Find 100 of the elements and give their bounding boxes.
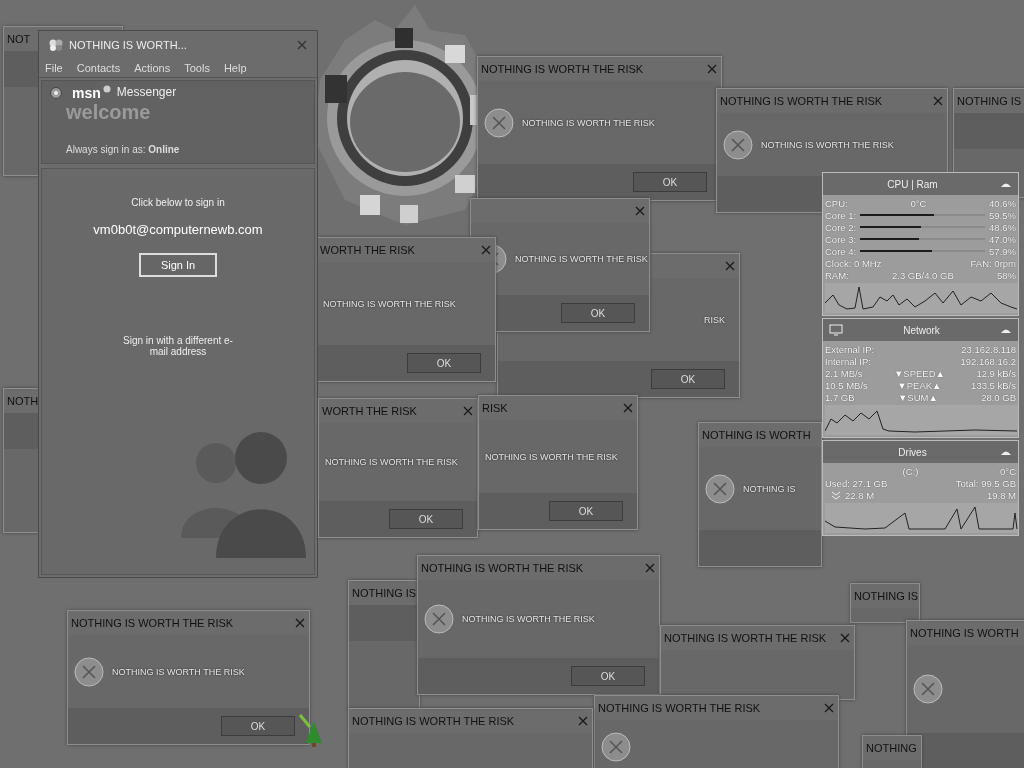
dialog-title: WORTH THE RISK — [320, 244, 415, 256]
upload-value: 133.5 kB/s — [971, 379, 1016, 391]
close-icon[interactable] — [481, 245, 491, 255]
dialog-title: NOTHING — [866, 742, 917, 754]
dialog-title: NOTH — [7, 395, 39, 407]
rate-label: ▼SPEED▲ — [892, 367, 946, 379]
dialog-title: NOTHING IS WORTH — [702, 429, 811, 441]
email-address: vm0b0t@computernewb.com — [93, 222, 263, 237]
dialog-message: NOTHING IS WORTH THE RISK — [761, 139, 894, 150]
dialog-title: NOTHING IS WORTH THE RISK — [71, 617, 234, 629]
core-usage: 57.9% — [989, 245, 1016, 257]
dialog-message: NOTHING IS WORTH THE RISK — [515, 254, 648, 264]
dialog-message: NOTHING IS WORTH THE RISK — [323, 298, 456, 309]
monitor-icon — [829, 324, 843, 336]
close-icon[interactable] — [725, 261, 735, 271]
close-icon[interactable] — [623, 403, 633, 413]
fan-speed: FAN: 0rpm — [970, 257, 1016, 269]
ok-button[interactable]: OK — [407, 353, 481, 373]
dialog-title: NOTHING IS — [352, 587, 417, 599]
ok-button[interactable]: OK — [561, 303, 635, 323]
close-icon[interactable] — [297, 40, 307, 50]
total-space: Total: 99.5 GB — [955, 477, 1016, 489]
upload-value: 28.0 GB — [981, 391, 1016, 403]
menu-item[interactable]: Help — [223, 62, 247, 74]
dialog-message: NOTHING IS WORTH THE RISK — [112, 666, 245, 677]
dialog-title: NOTHING IS WORTH THE RISK — [352, 715, 515, 727]
error-icon — [723, 129, 753, 160]
core-label: Core 1: — [825, 209, 857, 221]
dialog-message: NOTHING IS WORTH THE RISK — [462, 614, 595, 624]
ok-button[interactable]: OK — [651, 369, 725, 389]
download-value: 2.1 MB/s — [825, 367, 863, 379]
dialog-message: NOTHING IS WORTH THE RISK — [485, 451, 618, 462]
core-usage: 59.5% — [989, 209, 1016, 221]
read-rate: 22.8 M — [845, 489, 876, 501]
cpu-label: CPU: — [825, 197, 848, 209]
drive-name: (C:) — [901, 465, 920, 477]
rate-label: ▼SUM▲ — [896, 391, 939, 403]
ok-button[interactable]: OK — [389, 509, 463, 529]
menu-item[interactable]: Actions — [134, 62, 171, 74]
window-title: NOTHING IS WORTH... — [69, 39, 187, 51]
core-label: Core 3: — [825, 233, 857, 245]
ok-button[interactable]: OK — [571, 666, 645, 686]
menu-item[interactable]: Tools — [184, 62, 210, 74]
product-name: Messenger — [116, 85, 177, 99]
close-icon[interactable] — [933, 96, 943, 106]
clock-speed: Clock: 0 MHz — [825, 257, 882, 269]
brand-logo: msn — [72, 85, 101, 101]
dialog-title: NOTHING IS WORTH — [910, 627, 1019, 639]
close-icon[interactable] — [824, 703, 834, 713]
welcome-text: welcome — [66, 101, 152, 124]
download-value: 10.5 MB/s — [825, 379, 868, 391]
dialog-title: NOT — [7, 33, 31, 45]
gadget-title: CPU | Ram — [886, 178, 939, 190]
chevron-icon — [831, 490, 841, 500]
error-icon — [601, 732, 631, 762]
core-usage: 47.0% — [989, 233, 1016, 245]
sign-in-button[interactable]: Sign In — [139, 253, 217, 277]
ram-usage: 58% — [997, 269, 1016, 281]
close-icon[interactable] — [707, 64, 717, 74]
error-icon — [484, 107, 514, 138]
close-icon[interactable] — [295, 618, 305, 628]
dialog-title: NOTHING IS WORTH THE RISK — [481, 63, 644, 75]
status-line: Always sign in as: Online — [66, 144, 181, 155]
dialog-title: NOTHING IS WORTH THE RISK — [598, 702, 761, 714]
dialog-message: NOTHING IS WORTH THE RISK — [522, 117, 655, 128]
dialog-title: RISK — [482, 402, 508, 414]
close-icon[interactable] — [635, 206, 645, 216]
dialog-title: NOTHING IS — [957, 95, 1022, 107]
address-label: External IP: — [825, 343, 875, 355]
dialog-message: NOTHING IS WORTH THE RISK — [325, 457, 458, 467]
ok-button[interactable]: OK — [549, 501, 623, 521]
status-icon — [50, 87, 62, 99]
alternate-sign-in-link[interactable]: Sign in with a different e-mail address — [118, 335, 238, 357]
error-icon — [74, 656, 104, 687]
ok-button[interactable]: OK — [633, 172, 707, 192]
close-icon[interactable] — [840, 633, 850, 643]
close-icon[interactable] — [645, 563, 655, 573]
error-icon — [424, 604, 454, 634]
ram-amount: 2.3 GB/4.0 GB — [890, 269, 955, 281]
prompt-text: Click below to sign in — [131, 197, 225, 208]
temperature: 0°C — [909, 197, 928, 209]
close-icon[interactable] — [578, 716, 588, 726]
error-icon — [705, 473, 735, 504]
dialog-message: RISK — [704, 314, 725, 325]
dialog-message: NOTHING IS — [743, 483, 796, 494]
dialog-title: NOTHING IS WORTH THE RISK — [664, 632, 827, 644]
core-label: Core 4: — [825, 245, 857, 257]
write-rate: 19.8 M — [986, 489, 1016, 501]
address-label: Internal IP: — [825, 355, 871, 367]
dialog-title: NOTHING IS WORTH THE RISK — [421, 562, 584, 574]
drive-temperature: 0°C — [1000, 465, 1016, 477]
close-icon[interactable] — [463, 406, 473, 416]
upload-value: 12.9 kB/s — [976, 367, 1016, 379]
error-icon — [913, 674, 943, 704]
menu-item[interactable]: File — [45, 62, 63, 74]
dialog-title: NOTHING IS — [854, 590, 919, 602]
ok-button[interactable]: OK — [221, 716, 295, 736]
menu-item[interactable]: Contacts — [76, 62, 121, 74]
rate-label: ▼PEAK▲ — [896, 379, 943, 391]
download-value: 1.7 GB — [825, 391, 855, 403]
